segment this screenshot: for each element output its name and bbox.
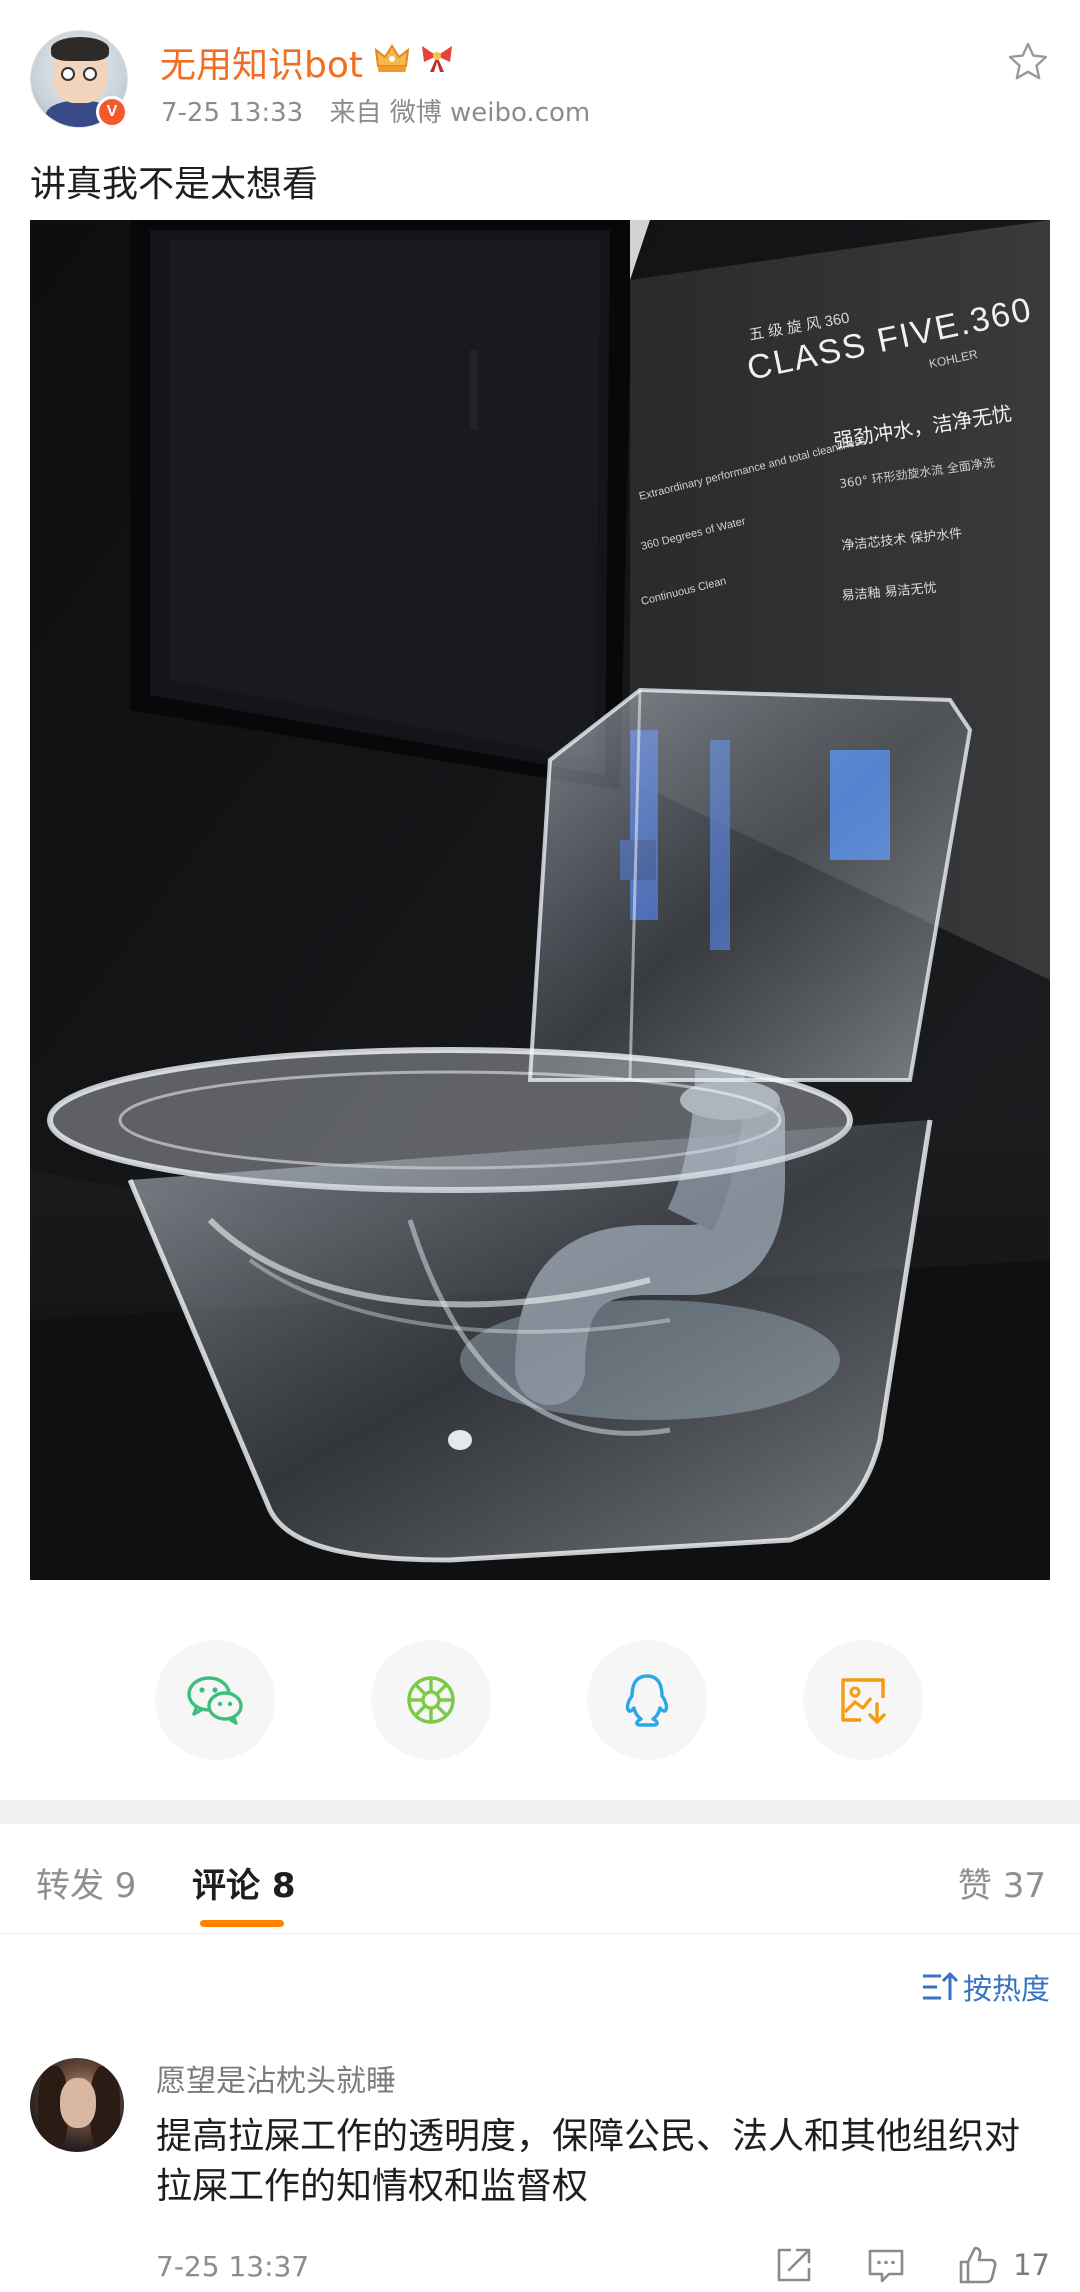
- moments-icon: [407, 1676, 455, 1724]
- avatar-eye: [83, 67, 97, 81]
- sort-label: 按热度: [962, 1972, 1050, 2006]
- bow-icon: [422, 46, 452, 72]
- section-divider: [0, 1800, 1080, 1824]
- post-text: 讲真我不是太想看: [30, 164, 319, 205]
- verified-badge: V: [96, 96, 128, 128]
- author-name[interactable]: 无用知识bot: [160, 36, 363, 88]
- sort-toggle[interactable]: 按热度: [921, 1966, 1050, 2008]
- wechat-icon: [187, 1676, 243, 1725]
- avatar-face: [60, 2078, 96, 2128]
- comment-time: 7-25 13:37: [156, 2250, 310, 2283]
- comment-item: 愿望是沾枕头就睡 提高拉屎工作的透明度，保障公民、法人和其他组织对拉屎工作的知情…: [0, 2050, 1080, 2292]
- comment-actions: 17: [723, 2240, 1050, 2290]
- save-image-button[interactable]: [803, 1640, 923, 1760]
- tab-repost[interactable]: 转发 9: [36, 1858, 136, 1907]
- share-qq-button[interactable]: [587, 1640, 707, 1760]
- post-image[interactable]: 五 级 旋 风 360 CLASS FIVE.360 KOHLER 强劲冲水，洁…: [30, 220, 1050, 1580]
- commenter-name[interactable]: 愿望是沾枕头就睡: [156, 2056, 396, 2100]
- transparent-toilet-photo: 五 级 旋 风 360 CLASS FIVE.360 KOHLER 强劲冲水，洁…: [30, 220, 1050, 1580]
- post-meta: 7-25 13:33 来自 微博 weibo.com: [161, 92, 608, 129]
- post-source[interactable]: 来自 微博 weibo.com: [329, 98, 590, 128]
- share-wechat-button[interactable]: [155, 1640, 275, 1760]
- comment-text: 提高拉屎工作的透明度，保障公民、法人和其他组织对拉屎工作的知情权和监督权: [156, 2116, 1021, 2207]
- crown-icon: [374, 44, 410, 72]
- save-image-icon: [841, 1678, 886, 1724]
- post-header: V 无用知识bot 7-25 13:33 来自 微博 weibo.com: [30, 30, 1050, 140]
- favorite-star-icon[interactable]: [1006, 40, 1050, 84]
- post-time: 7-25 13:33: [161, 98, 304, 128]
- like-count: 17: [1013, 2248, 1050, 2282]
- qq-icon: [625, 1674, 669, 1727]
- share-moments-button[interactable]: [371, 1640, 491, 1760]
- avatar-eye: [61, 67, 75, 81]
- interaction-tabs: 转发 9 评论 8 赞 37: [0, 1824, 1080, 1934]
- share-icon[interactable]: [773, 2244, 815, 2286]
- active-tab-indicator: [200, 1920, 284, 1927]
- share-row: [0, 1640, 1080, 1760]
- like-thumb-icon[interactable]: [957, 2244, 999, 2286]
- tab-comments[interactable]: 评论 8: [192, 1858, 296, 1907]
- commenter-avatar[interactable]: [30, 2058, 124, 2152]
- tab-likes[interactable]: 赞 37: [958, 1858, 1046, 1907]
- avatar-hair: [51, 37, 109, 61]
- reply-comment-icon[interactable]: [865, 2244, 907, 2286]
- sort-icon: [922, 1972, 959, 2000]
